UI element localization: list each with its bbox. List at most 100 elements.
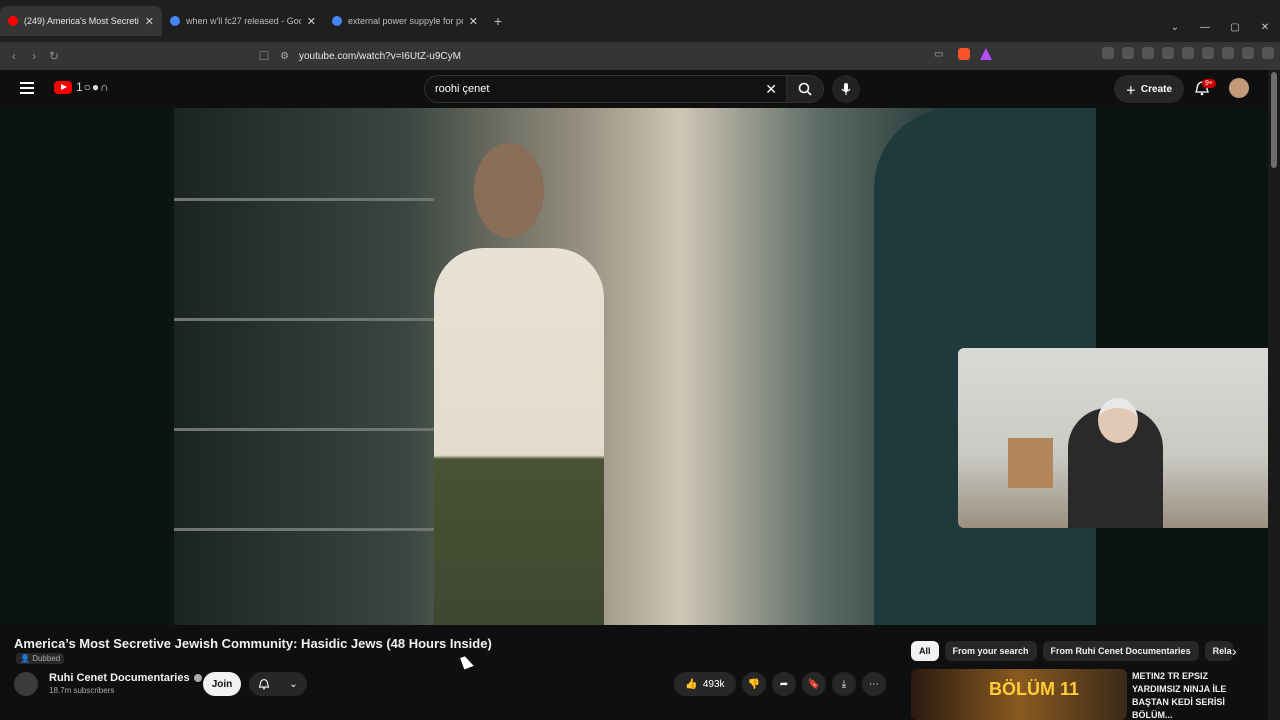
mouse-cursor-icon — [460, 654, 474, 670]
channel-name: Ruhi Cenet Documentaries — [49, 672, 190, 684]
page-scrollbar[interactable] — [1268, 70, 1280, 720]
extension-icon[interactable] — [1142, 47, 1154, 59]
video-title: America’s Most Secretive Jewish Communit… — [14, 636, 492, 651]
url-text: youtube.com/watch?v=I6UtZ-u9CyM — [298, 50, 461, 62]
chevron-right-icon[interactable]: › — [1232, 643, 1237, 659]
close-tab-icon[interactable]: ✕ — [145, 15, 154, 28]
extension-icon[interactable] — [1182, 47, 1194, 59]
notification-badge: 9+ — [1202, 79, 1216, 88]
browser-tab[interactable]: (249) America's Most Secretive ✕ — [0, 6, 162, 36]
shelf — [174, 318, 434, 321]
subscriber-count: 18.7m subscribers — [49, 686, 115, 695]
microphone-icon — [841, 83, 851, 95]
thumbnail-text: BÖLÜM 11 — [989, 679, 1080, 699]
extension-toolbar — [1102, 47, 1274, 59]
join-button[interactable]: Join — [203, 672, 241, 696]
extension-icon[interactable] — [1242, 47, 1254, 59]
browser-tab[interactable]: external power suppyle for pc for ele ✕ — [324, 6, 486, 36]
recommendation-thumbnail[interactable]: BÖLÜM 11 — [911, 669, 1127, 720]
download-button[interactable]: ⤓ — [832, 672, 856, 696]
share-icon: ➦ — [779, 678, 789, 690]
share-button[interactable]: ➦ — [772, 672, 796, 696]
hamburger-menu-icon[interactable] — [20, 82, 34, 94]
rewards-icon[interactable] — [980, 48, 992, 60]
create-button[interactable]: ＋ Create — [1114, 75, 1184, 103]
verified-icon — [193, 674, 202, 683]
thumbs-down-icon: 👎 — [747, 678, 761, 690]
extension-icon[interactable] — [1102, 47, 1114, 59]
like-button[interactable]: 👍 493k — [674, 672, 736, 696]
shelf — [174, 528, 434, 531]
dubbed-badge: 👤 Dubbed — [16, 653, 65, 664]
channel-avatar[interactable] — [14, 672, 38, 696]
youtube-doodle[interactable]: 1○●∩ — [76, 80, 110, 94]
channel-name-link[interactable]: Ruhi Cenet Documentaries — [49, 672, 202, 684]
save-button[interactable]: 🔖 — [802, 672, 826, 696]
browser-tab[interactable]: when w'll fc27 released - Google Sea ✕ — [162, 6, 324, 36]
back-icon[interactable]: ‹ — [4, 49, 24, 63]
webcam-person-head — [1098, 398, 1138, 443]
video-scene-figure — [434, 248, 604, 625]
video-actions: 👍 493k 👎 ➦ 🔖 ⤓ ⋯ — [674, 672, 886, 696]
bell-icon — [259, 678, 270, 690]
close-tab-icon[interactable]: ✕ — [469, 15, 478, 28]
more-actions-button[interactable]: ⋯ — [862, 672, 886, 696]
extension-icon[interactable] — [1202, 47, 1214, 59]
tab-title: (249) America's Most Secretive — [24, 16, 139, 26]
dislike-button[interactable]: 👎 — [742, 672, 766, 696]
shelf — [174, 428, 434, 431]
account-avatar[interactable] — [1229, 78, 1249, 98]
google-favicon-icon — [332, 16, 342, 26]
like-count: 493k — [702, 678, 725, 690]
bookmark-icon: 🔖 — [807, 678, 821, 690]
minimize-icon[interactable]: — — [1190, 22, 1220, 33]
person-icon: 👤 — [20, 654, 30, 663]
reload-icon[interactable]: ↻ — [44, 49, 64, 63]
search-query: roohi çenet — [435, 83, 490, 95]
url-field[interactable]: ⚙ youtube.com/watch?v=I6UtZ-u9CyM — [280, 46, 1000, 66]
chip-related[interactable]: Rela — [1204, 641, 1233, 661]
search-icon — [798, 82, 812, 96]
recommendation-chips: All From your search From Ruhi Cenet Doc… — [911, 641, 1233, 661]
voice-search-button[interactable] — [832, 75, 860, 103]
site-info-icon[interactable]: ⚙ — [280, 51, 289, 62]
tab-title: external power suppyle for pc for ele — [348, 16, 463, 26]
search-button[interactable] — [786, 75, 824, 103]
youtube-logo-icon[interactable] — [54, 81, 72, 94]
chip-all[interactable]: All — [911, 641, 939, 661]
download-icon: ⤓ — [841, 678, 847, 690]
plus-icon: ＋ — [1125, 85, 1136, 97]
tab-title: when w'll fc27 released - Google Sea — [186, 16, 301, 26]
chip-from-channel[interactable]: From Ruhi Cenet Documentaries — [1042, 641, 1199, 661]
brave-shield-icon[interactable] — [958, 48, 970, 60]
more-icon: ⋯ — [869, 678, 879, 690]
menu-icon[interactable] — [1262, 47, 1274, 59]
tab-search-icon[interactable]: ⌄ — [1160, 22, 1190, 33]
recommendation-title[interactable]: METIN2 TR EPSIZ YARDIMSIZ NINJA İLE BAŞT… — [1132, 670, 1252, 720]
google-favicon-icon — [170, 16, 180, 26]
youtube-header: 1○●∩ roohi çenet ✕ ＋ Create 9+ — [0, 70, 1280, 108]
address-bar: ‹ › ↻ ☐ ⚙ youtube.com/watch?v=I6UtZ-u9Cy… — [0, 42, 1280, 70]
extension-icon[interactable] — [1162, 47, 1174, 59]
chip-from-your-search[interactable]: From your search — [944, 641, 1037, 661]
search-input[interactable]: roohi çenet ✕ — [424, 75, 788, 103]
thumbs-up-icon: 👍 — [685, 678, 698, 690]
clear-search-icon[interactable]: ✕ — [765, 81, 777, 98]
close-tab-icon[interactable]: ✕ — [307, 15, 316, 28]
extension-icon[interactable] — [1222, 47, 1234, 59]
extension-icon[interactable] — [1122, 47, 1134, 59]
youtube-favicon-icon — [8, 16, 18, 26]
webcam-scene-box — [1008, 438, 1053, 488]
close-window-icon[interactable]: ✕ — [1250, 22, 1280, 33]
maximize-icon[interactable]: ▢ — [1220, 22, 1250, 33]
subscribed-button[interactable]: ⌄ — [249, 672, 307, 696]
dubbed-label: Dubbed — [32, 654, 61, 663]
bookmark-icon[interactable]: ☐ — [254, 49, 274, 63]
window-controls: ⌄ — ▢ ✕ — [1160, 22, 1280, 33]
cast-icon[interactable]: ▭ — [934, 49, 943, 60]
chevron-down-icon: ⌄ — [289, 678, 298, 690]
forward-icon[interactable]: › — [24, 49, 44, 63]
new-tab-button[interactable]: + — [486, 6, 510, 36]
create-label: Create — [1140, 83, 1173, 95]
scrollbar-thumb[interactable] — [1271, 72, 1277, 168]
